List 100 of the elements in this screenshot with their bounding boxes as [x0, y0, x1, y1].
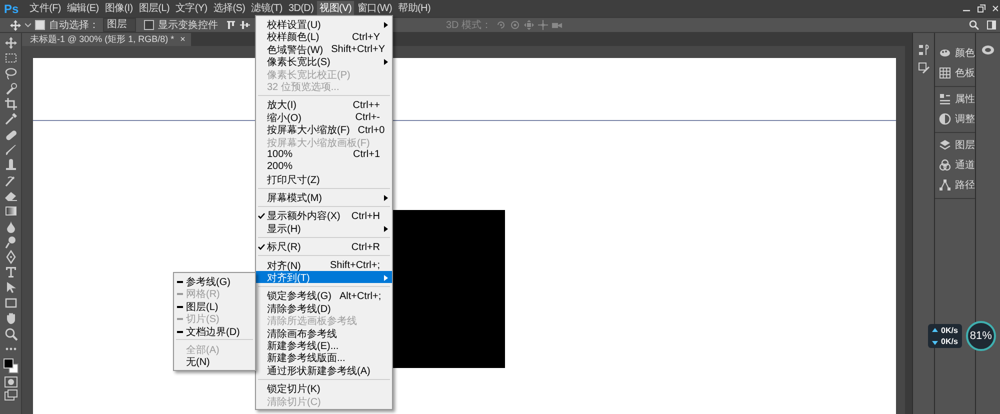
menu-item-label: 打印尺寸(Z) [267, 174, 321, 187]
document-title: 未标题-1 @ 300% (矩形 1, RGB/8) * [30, 33, 174, 46]
shortcut-label: Ctrl++ [352, 100, 380, 111]
crop-icon[interactable] [4, 97, 18, 112]
menu-item-label: 像素长宽比校正(P) [267, 68, 352, 82]
menu-bar-item[interactable]: 编辑(E) [64, 1, 102, 16]
menu-bar-item[interactable]: 滤镜(T) [248, 1, 286, 16]
gradient-icon[interactable] [4, 204, 18, 218]
color-swatches-icon[interactable] [2, 357, 18, 374]
pen-icon[interactable] [4, 250, 18, 264]
menu-item[interactable]: 新建参考线(E)... [256, 338, 392, 352]
panel-tab[interactable]: 调整 [939, 112, 975, 126]
menu-item-label: 缩小(O) [267, 112, 302, 124]
menu-item-label: 放大(I) [267, 98, 298, 112]
auto-select-checkbox[interactable] [35, 20, 45, 30]
menu-item[interactable]: 清除参考线(D) [256, 302, 392, 314]
menu-bar-item[interactable]: 视图(V) [316, 1, 354, 16]
menu-bar-item[interactable]: 图像(I) [102, 1, 136, 16]
menu-item-label: 标尺(R) [267, 240, 302, 254]
caret-icon[interactable] [25, 22, 31, 28]
menu-bar-item[interactable]: 文字(Y) [172, 1, 210, 16]
panel-tab[interactable]: 通道 [939, 158, 975, 172]
menu-item[interactable]: 按屏幕大小缩放(F) Ctrl+0 [256, 123, 392, 136]
panel-tab[interactable]: 色板 [939, 66, 975, 80]
panel-tab[interactable]: 颜色 [939, 46, 975, 60]
quick-mask-icon[interactable] [4, 376, 18, 388]
app-logo: Ps [4, 2, 19, 16]
menu-item[interactable]: 对齐(N) Shift+Ctrl+; [256, 258, 392, 272]
menu-item[interactable]: 标尺(R) Ctrl+R [256, 240, 392, 253]
menu-bar-item[interactable]: 窗口(W) [354, 1, 396, 16]
menu-item[interactable]: 校样设置(U) [256, 18, 392, 30]
menu-item-label: 对齐(N) [267, 260, 302, 272]
menu-bar-item[interactable]: 帮助(H) [395, 1, 434, 16]
shortcut-label: Shift+Ctrl+Y [330, 44, 386, 56]
document-tab[interactable]: 未标题-1 @ 300% (矩形 1, RGB/8) * × [22, 33, 192, 46]
panel-tab[interactable]: 属性 [939, 92, 975, 106]
menu-item[interactable]: 显示额外内容(X) Ctrl+H [256, 209, 392, 222]
history-brush-icon[interactable] [4, 174, 18, 188]
shortcut-label: Alt+Ctrl+; [338, 290, 382, 302]
zoom-icon[interactable] [4, 326, 18, 341]
menu-item[interactable]: 锁定参考线(G) Alt+Ctrl+; [256, 289, 392, 302]
align-icon[interactable] [240, 20, 250, 30]
menu-item[interactable]: 100% Ctrl+1 [256, 148, 392, 160]
vertical-scrollbar[interactable] [896, 58, 905, 414]
quick-select-icon[interactable] [4, 82, 18, 96]
menu-item-label: 清除画布参考线 [267, 328, 338, 340]
shortcut-label: Ctrl+Y [350, 32, 380, 43]
menu-item[interactable]: 无(N) [174, 355, 255, 368]
menu-item-label: 显示(H) [267, 222, 302, 236]
close-tab-button[interactable]: × [180, 33, 186, 46]
eyedropper-icon[interactable] [4, 112, 18, 126]
menu-item[interactable]: 显示(H) [256, 222, 392, 234]
brush-icon[interactable] [4, 143, 18, 158]
menu-item[interactable]: 清除画布参考线 [256, 326, 392, 339]
download-speed: 0K/s [941, 337, 958, 346]
menu-item[interactable]: 放大(I) Ctrl++ [256, 98, 392, 111]
align-icon[interactable] [226, 20, 236, 30]
menu-item[interactable]: 通过形状新建参考线(A) [256, 364, 392, 376]
menu-item-label: 显示额外内容(X) [267, 210, 342, 224]
menu-item[interactable]: 对齐到(T) [256, 271, 392, 284]
auto-select-dropdown[interactable]: 图层 [103, 18, 136, 32]
shortcut-label: Shift+Ctrl+; [328, 260, 380, 272]
menu-item[interactable]: 打印尺寸(Z) [256, 172, 392, 186]
type-icon[interactable] [4, 265, 18, 280]
lasso-icon[interactable] [4, 66, 18, 81]
shortcut-label: Ctrl+1 [352, 148, 380, 160]
menu-item[interactable]: 200% [256, 160, 392, 173]
menu-item[interactable]: 锁定切片(K) [256, 382, 392, 395]
show-transform-checkbox[interactable] [144, 20, 154, 30]
menu-item[interactable]: 色域警告(W) Shift+Ctrl+Y [256, 42, 392, 56]
auto-select-label: 自动选择： [49, 18, 99, 32]
menu-item[interactable]: 图层(L) [174, 300, 255, 312]
menu-item-label: 清除参考线(D) [267, 302, 332, 316]
search-icon[interactable] [969, 20, 979, 30]
workspace-icon[interactable] [987, 20, 996, 30]
menu-item[interactable]: 屏幕模式(M) [256, 191, 392, 204]
rectangle-icon[interactable] [4, 296, 18, 310]
menu-item[interactable]: 校样颜色(L) Ctrl+Y [256, 30, 392, 43]
shortcut-label: Ctrl+R [350, 242, 380, 253]
menu-bar-item[interactable]: 3D(D) [285, 1, 317, 16]
menu-bar-item[interactable]: 图层(L) [136, 1, 172, 16]
upload-speed: 0K/s [941, 326, 958, 335]
marquee-icon[interactable] [4, 51, 18, 66]
dodge-icon[interactable] [4, 234, 18, 249]
menu-item-label: 参考线(G) [186, 276, 232, 288]
menu-item[interactable]: 像素长宽比(S) [256, 55, 392, 68]
move-icon[interactable] [4, 36, 18, 50]
screen-mode-icon[interactable] [4, 388, 18, 401]
menu-item[interactable]: 缩小(O) Ctrl+- [256, 110, 392, 124]
menu-bar-item[interactable]: 文件(F) [26, 1, 64, 16]
stamp-icon[interactable] [4, 158, 18, 172]
close-icon[interactable] [992, 4, 998, 13]
menu-item[interactable]: 参考线(G) [174, 275, 255, 288]
menu-item[interactable]: 文档边界(D) [174, 324, 255, 337]
restore-icon[interactable] [977, 4, 986, 13]
panel-tab[interactable]: 图层 [939, 138, 975, 152]
menu-item-label: 通过形状新建参考线(A) [267, 364, 372, 378]
panel-tab[interactable]: 路径 [939, 178, 975, 192]
menu-bar-item[interactable]: 选择(S) [210, 1, 248, 16]
menu-item[interactable]: 新建参考线版面... [256, 351, 392, 364]
